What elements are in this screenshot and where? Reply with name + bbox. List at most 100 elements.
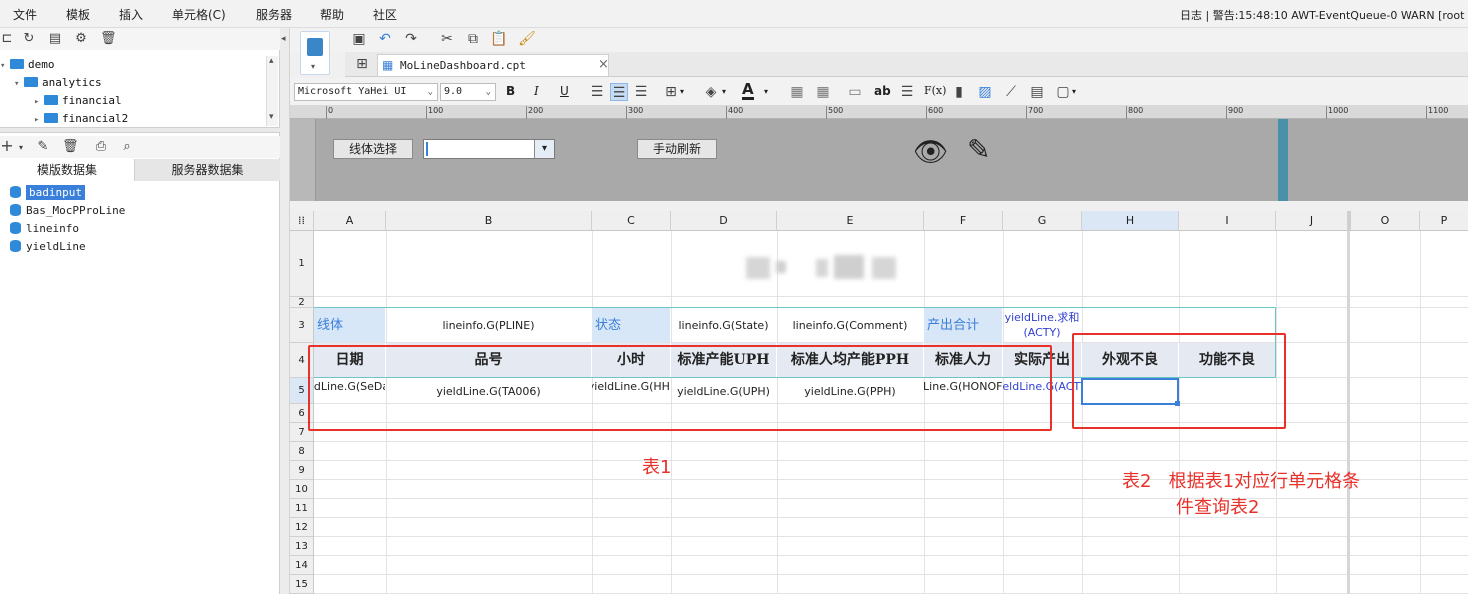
format-painter-icon[interactable]: 🖌 — [518, 30, 536, 48]
slash-icon[interactable]: ⟋ — [1002, 83, 1020, 101]
dropdown-arrow-icon[interactable]: ▾ — [311, 62, 315, 71]
column-header-o[interactable]: O — [1348, 211, 1420, 231]
row-header-12[interactable]: 12 — [290, 518, 314, 537]
merge-cells-icon[interactable]: ▦ — [788, 83, 806, 101]
insert-formula-bar-icon[interactable]: ▭ — [846, 83, 864, 101]
row-header-15[interactable]: 15 — [290, 575, 314, 594]
column-header-i[interactable]: I — [1179, 211, 1276, 231]
scroll-down-icon[interactable]: ▾ — [269, 112, 274, 122]
fill-color-icon[interactable]: ◈ — [702, 83, 720, 101]
collapse-arrow-icon[interactable]: ▾ — [14, 79, 24, 89]
underline-button[interactable]: U — [560, 84, 569, 98]
combobox-dropdown-icon[interactable]: ▾ — [534, 140, 554, 158]
dataset-item-yieldline[interactable]: yieldLine — [10, 240, 86, 253]
align-right-icon[interactable]: ☰ — [632, 83, 650, 101]
tree-item-analytics[interactable]: ▾ analytics — [14, 76, 102, 89]
cell-d3[interactable]: lineinfo.G(State) — [671, 308, 776, 342]
row-header-14[interactable]: 14 — [290, 556, 314, 575]
main-splitter[interactable]: ◂ — [280, 28, 290, 594]
search-dataset-icon[interactable]: ⌕ — [120, 140, 134, 154]
add-dataset-icon[interactable]: + — [0, 138, 14, 154]
insert-formula-icon[interactable]: F(x) — [924, 84, 946, 97]
manual-refresh-button[interactable]: 手动刷新 — [637, 139, 717, 159]
grid-layout-icon[interactable]: ⊞ — [353, 55, 371, 73]
column-header-e[interactable]: E — [777, 211, 924, 231]
dataset-item-badinput[interactable]: badinput — [10, 185, 85, 200]
split-cells-icon[interactable]: ▦ — [814, 83, 832, 101]
hide-eye-icon[interactable]: 👁 — [913, 135, 949, 168]
column-header-j[interactable]: J — [1276, 211, 1348, 231]
chevron-down-icon[interactable]: ▾ — [722, 87, 726, 96]
column-header-a[interactable]: A — [314, 211, 386, 231]
copy-icon[interactable]: ⧉ — [464, 30, 482, 48]
settings-icon[interactable]: ⚙ — [74, 32, 88, 46]
row-header-11[interactable]: 11 — [290, 499, 314, 518]
border-icon[interactable]: ⊞ — [662, 83, 680, 101]
column-header-d[interactable]: D — [671, 211, 777, 231]
edit-pencil-icon[interactable]: ✎ — [967, 133, 990, 166]
expand-arrow-icon[interactable]: ▸ — [34, 97, 44, 107]
scroll-up-icon[interactable]: ▴ — [269, 56, 274, 66]
insert-chart-icon[interactable]: ▮ — [950, 83, 968, 101]
tree-item-demo[interactable]: ▾ demo — [0, 58, 55, 71]
row-header-13[interactable]: 13 — [290, 537, 314, 556]
chevron-down-icon[interactable]: ▾ — [1072, 87, 1076, 96]
menu-server[interactable]: 服务器 — [256, 6, 292, 23]
cell-c3[interactable]: 状态 — [592, 308, 670, 342]
column-header-g[interactable]: G — [1003, 211, 1082, 231]
expand-arrow-icon[interactable]: ▸ — [34, 115, 44, 125]
cut-icon[interactable]: ✂ — [438, 30, 456, 48]
redo-icon[interactable]: ↷ — [402, 30, 420, 48]
edit-template-icon[interactable]: ▤ — [48, 32, 62, 46]
panel-splitter[interactable] — [0, 127, 280, 133]
template-type-button[interactable]: ▾ — [300, 31, 330, 75]
row-header-1[interactable]: 1 — [290, 231, 314, 297]
log-status-text[interactable]: 日志 | 警告:15:48:10 AWT-EventQueue-0 WARN [… — [1180, 7, 1464, 23]
cell-e3[interactable]: lineinfo.G(Comment) — [777, 308, 923, 342]
column-header-p[interactable]: P — [1420, 211, 1468, 231]
font-family-select[interactable]: Microsoft YaHei UI ⌄ — [294, 83, 438, 101]
menu-insert[interactable]: 插入 — [119, 6, 143, 23]
font-size-select[interactable]: 9.0 ⌄ — [440, 83, 496, 101]
menu-community[interactable]: 社区 — [373, 6, 397, 23]
cell-a3[interactable]: 线体 — [314, 308, 385, 342]
paste-icon[interactable]: 📋 — [490, 30, 508, 48]
column-header-b[interactable]: B — [386, 211, 592, 231]
chevron-down-icon[interactable]: ⌄ — [428, 84, 433, 100]
undo-icon[interactable]: ↶ — [376, 30, 394, 48]
row-header-2[interactable]: 2 — [290, 297, 314, 308]
column-header-c[interactable]: C — [592, 211, 671, 231]
align-left-icon[interactable]: ☰ — [588, 83, 606, 101]
column-header-f[interactable]: F — [924, 211, 1003, 231]
align-center-icon[interactable]: ☰ — [610, 83, 628, 101]
edit-pencil-icon[interactable]: ✎ — [36, 140, 50, 154]
line-select-combobox[interactable]: ▾ — [423, 139, 555, 159]
cell-b3[interactable]: lineinfo.G(PLINE) — [386, 308, 591, 342]
close-tab-icon[interactable]: × — [598, 57, 609, 72]
font-color-icon[interactable]: A — [742, 81, 754, 100]
cell-f3[interactable]: 产出合计 — [924, 308, 1002, 342]
dataset-item-lineinfo[interactable]: lineinfo — [10, 222, 79, 235]
select-all-corner[interactable]: ⁞⁞ — [290, 211, 314, 231]
insert-image-icon[interactable]: ▨ — [976, 83, 994, 101]
insert-subreport-icon[interactable]: ▤ — [1028, 83, 1046, 101]
menu-file[interactable]: 文件 — [13, 6, 37, 23]
row-header-3[interactable]: 3 — [290, 308, 314, 343]
cell-g3[interactable]: yieldLine.求和(ACTY) — [1003, 310, 1081, 342]
column-header-h[interactable]: H — [1082, 211, 1179, 231]
tab-template-datasets[interactable]: 模版数据集 — [0, 159, 134, 181]
chevron-down-icon[interactable]: ⌄ — [486, 84, 491, 100]
collapse-left-icon[interactable]: ◂ — [281, 34, 286, 44]
param-pane-boundary[interactable] — [1278, 119, 1288, 201]
dataset-item-bas-mocpproline[interactable]: Bas_MocPProLine — [10, 204, 125, 217]
tree-item-financial[interactable]: ▸ financial — [34, 94, 122, 107]
delete-icon[interactable]: 🗑 — [100, 32, 117, 46]
chevron-down-icon[interactable]: ▾ — [680, 87, 684, 96]
collapse-arrow-icon[interactable]: ▾ — [0, 61, 10, 71]
menu-cell[interactable]: 单元格(C) — [172, 6, 226, 23]
italic-button[interactable]: I — [534, 84, 539, 98]
save-icon[interactable]: ▣ — [350, 30, 368, 48]
row-header-8[interactable]: 8 — [290, 442, 314, 461]
insert-element-icon[interactable]: ▢ — [1054, 83, 1072, 101]
insert-text-icon[interactable]: ab — [874, 84, 891, 98]
